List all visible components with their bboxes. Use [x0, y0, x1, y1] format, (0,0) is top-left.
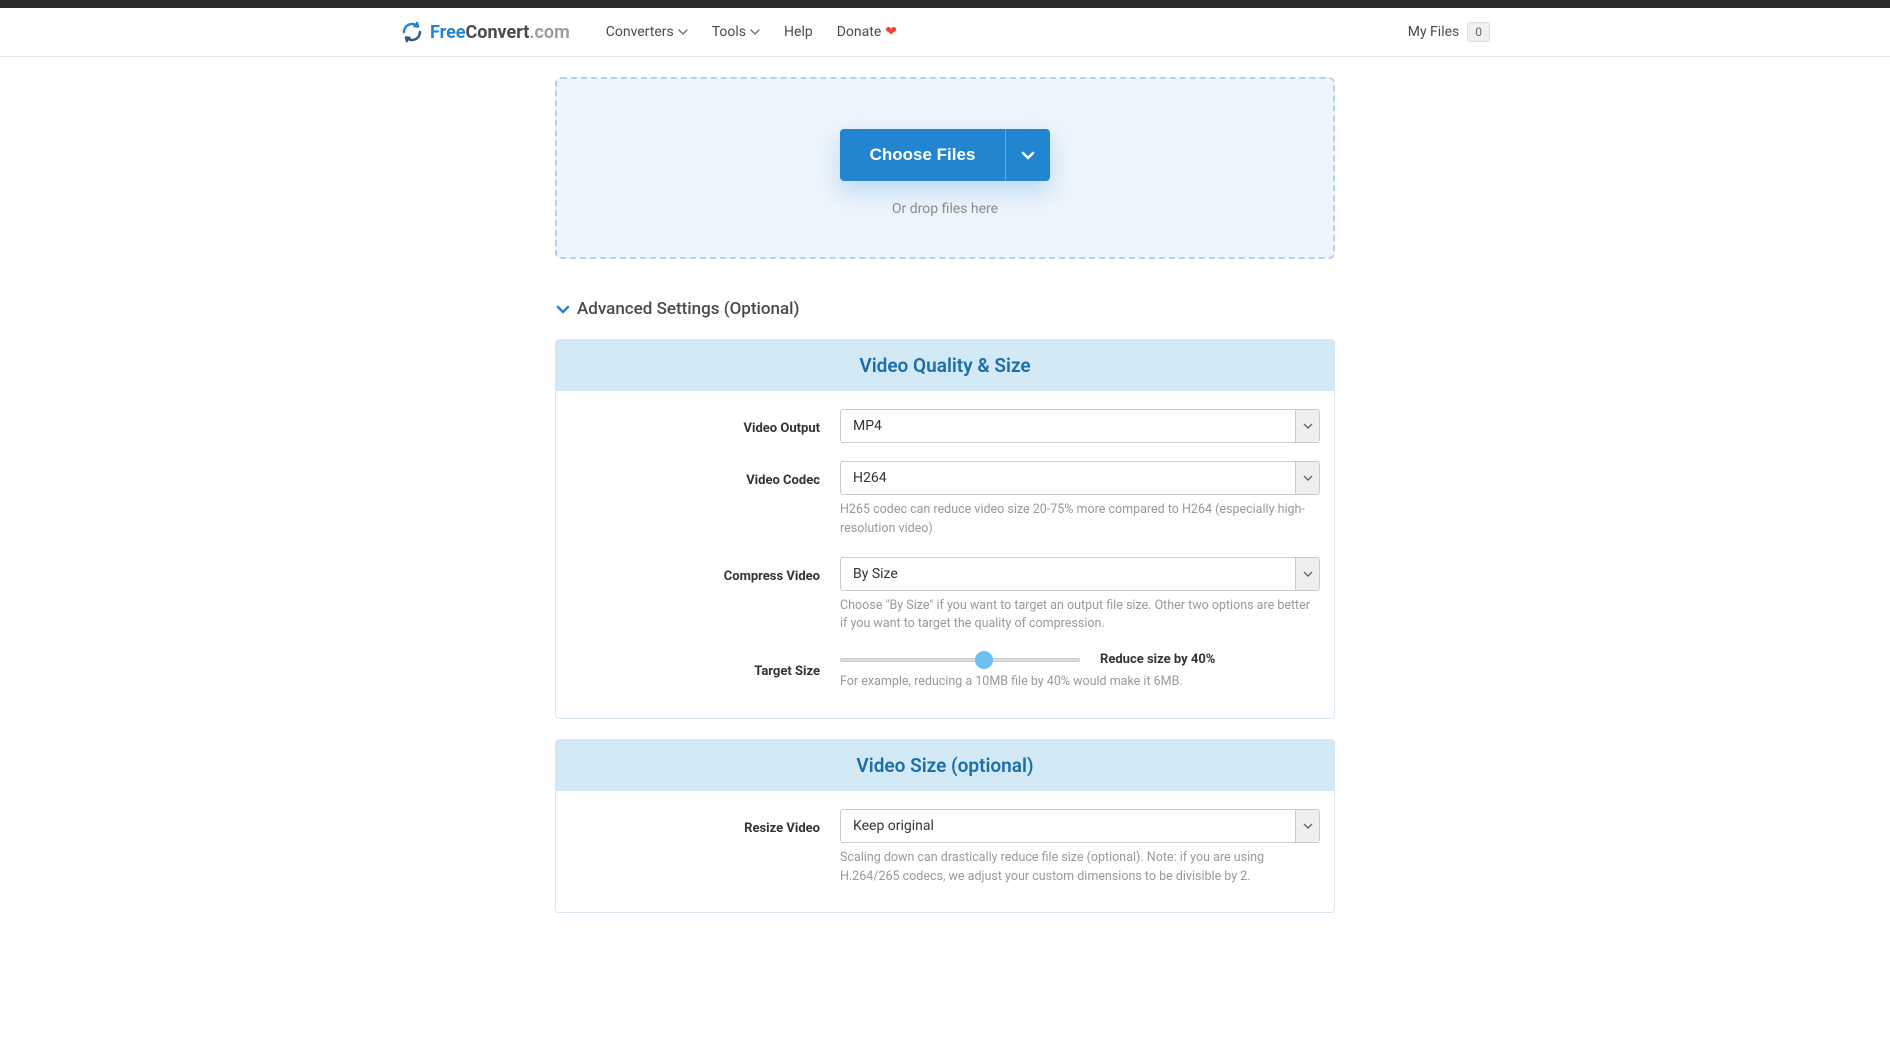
heart-icon: ❤: [885, 24, 897, 40]
chevron-down-icon: [750, 27, 760, 37]
advanced-settings-toggle[interactable]: Advanced Settings (Optional): [555, 299, 1335, 319]
target-size-slider[interactable]: [840, 658, 1080, 662]
my-files-label: My Files: [1408, 24, 1460, 40]
video-output-select[interactable]: MP4: [840, 409, 1320, 443]
video-codec-select[interactable]: H264: [840, 461, 1320, 495]
browser-chrome-bar: [0, 0, 1890, 8]
compress-video-help: Choose "By Size" if you want to target a…: [840, 597, 1320, 635]
video-codec-label: Video Codec: [746, 473, 820, 488]
site-header: FreeConvert.com Converters Tools Help Do…: [0, 8, 1890, 57]
nav-converters-label: Converters: [606, 24, 674, 40]
logo-icon: [400, 20, 424, 44]
video-codec-help: H265 codec can reduce video size 20-75% …: [840, 501, 1320, 539]
resize-video-select[interactable]: Keep original: [840, 809, 1320, 843]
slider-thumb[interactable]: [975, 651, 993, 669]
chevron-down-icon: [1020, 147, 1036, 163]
choose-files-dropdown-button[interactable]: [1005, 129, 1050, 181]
my-files-count-badge: 0: [1467, 22, 1490, 42]
target-size-label: Target Size: [754, 664, 820, 679]
panel-title: Video Size (optional): [556, 740, 1334, 791]
compress-video-label: Compress Video: [724, 569, 820, 584]
nav-help-label: Help: [784, 24, 813, 40]
nav-tools[interactable]: Tools: [712, 24, 760, 40]
panel-video-size: Video Size (optional) Resize Video Keep …: [555, 739, 1335, 914]
video-output-label: Video Output: [744, 421, 820, 436]
panel-video-quality: Video Quality & Size Video Output MP4 Vi…: [555, 339, 1335, 719]
file-dropzone[interactable]: Choose Files Or drop files here: [555, 77, 1335, 259]
my-files-link[interactable]: My Files 0: [1408, 22, 1490, 42]
target-size-help: For example, reducing a 10MB file by 40%…: [840, 673, 1320, 692]
nav-donate-label: Donate: [837, 24, 882, 40]
nav-help[interactable]: Help: [784, 24, 813, 40]
main-nav: Converters Tools Help Donate ❤: [606, 24, 897, 40]
chevron-down-icon: [555, 301, 571, 317]
logo-text-convert: Convert: [466, 22, 530, 43]
drop-hint-text: Or drop files here: [577, 201, 1313, 217]
resize-video-label: Resize Video: [744, 821, 820, 836]
panel-title: Video Quality & Size: [556, 340, 1334, 391]
resize-video-help: Scaling down can drastically reduce file…: [840, 849, 1320, 887]
choose-files-button[interactable]: Choose Files: [840, 129, 1006, 181]
logo-text-dotcom: .com: [529, 22, 569, 43]
nav-donate[interactable]: Donate ❤: [837, 24, 897, 40]
compress-video-select[interactable]: By Size: [840, 557, 1320, 591]
nav-tools-label: Tools: [712, 24, 746, 40]
logo-text-free: Free: [430, 22, 466, 43]
choose-files-group: Choose Files: [840, 129, 1051, 181]
chevron-down-icon: [678, 27, 688, 37]
nav-converters[interactable]: Converters: [606, 24, 688, 40]
logo[interactable]: FreeConvert.com: [400, 20, 570, 44]
target-size-value: Reduce size by 40%: [1100, 652, 1215, 667]
advanced-settings-label: Advanced Settings (Optional): [577, 299, 799, 319]
